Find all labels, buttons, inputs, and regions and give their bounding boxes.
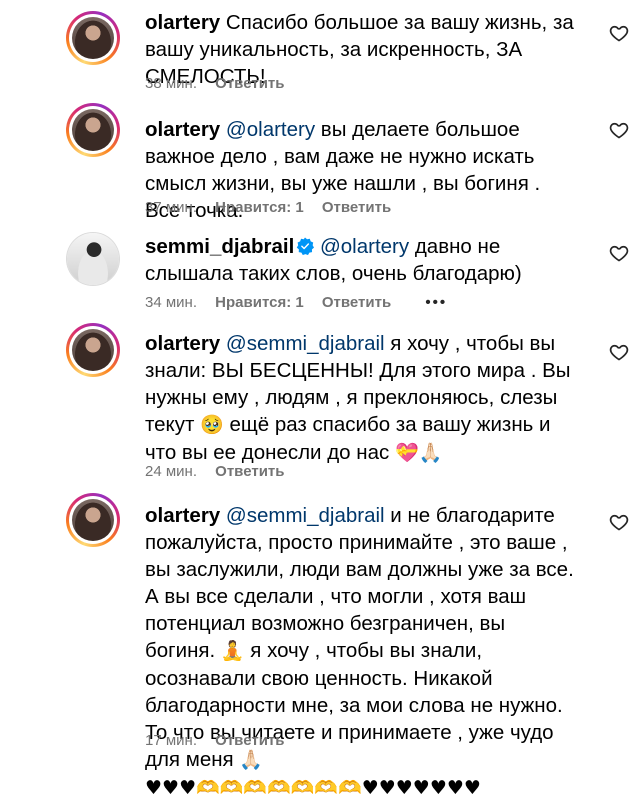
avatar[interactable]	[66, 323, 120, 377]
reply-button[interactable]: Ответить	[322, 199, 391, 216]
emoji: 🙏🏻	[239, 749, 264, 771]
emoji: 🧘	[220, 640, 245, 662]
timestamp: 37 мин.	[145, 199, 197, 216]
mention-link[interactable]: @semmi_djabrail	[226, 504, 385, 527]
comment-body: semmi_djabrail @olartery давно не слышал…	[145, 233, 575, 287]
verified-badge-icon	[297, 237, 315, 255]
timestamp: 17 мин.	[145, 732, 197, 749]
username[interactable]: olartery	[145, 11, 220, 34]
emoji: 💝🙏🏻	[394, 442, 443, 464]
avatar-image	[72, 109, 114, 151]
likes-count[interactable]: Нравится: 1	[215, 294, 304, 311]
avatar-image	[72, 499, 114, 541]
avatar[interactable]	[66, 11, 120, 65]
reply-button[interactable]: Ответить	[322, 294, 391, 311]
comment-body: olartery @semmi_djabrail и не благодарит…	[145, 502, 575, 802]
timestamp: 24 мин.	[145, 463, 197, 480]
avatar[interactable]	[66, 103, 120, 157]
timestamp: 34 мин.	[145, 294, 197, 311]
more-options-button[interactable]: •••	[425, 294, 447, 311]
comment-meta: 34 мин. Нравится: 1 Ответить •••	[145, 294, 461, 311]
emoji: 🥹	[200, 414, 224, 436]
comment-meta: 37 мин. Нравится: 1 Ответить	[145, 199, 405, 216]
comment-body: olartery @semmi_djabrail я хочу , чтобы …	[145, 330, 575, 467]
reply-button[interactable]: Ответить	[215, 75, 284, 92]
username[interactable]: olartery	[145, 332, 220, 355]
avatar[interactable]	[66, 493, 120, 547]
likes-count[interactable]: Нравится: 1	[215, 199, 304, 216]
heart-outline-icon[interactable]	[609, 23, 629, 43]
avatar-image	[67, 233, 119, 285]
comment-meta: 24 мин. Ответить	[145, 463, 299, 480]
heart-outline-icon[interactable]	[609, 243, 629, 263]
comment-meta: 17 мин. Ответить	[145, 732, 299, 749]
mention-link[interactable]: @olartery	[320, 235, 409, 258]
heart-outline-icon[interactable]	[609, 120, 629, 140]
comment-meta: 38 мин. Ответить	[145, 75, 299, 92]
mention-link[interactable]: @olartery	[226, 118, 315, 141]
avatar[interactable]	[66, 232, 120, 286]
emoji-line: ♥♥♥🫶🫶🫶🫶🫶🫶🫶♥♥♥♥♥♥♥	[145, 777, 481, 799]
avatar-image	[72, 329, 114, 371]
mention-link[interactable]: @semmi_djabrail	[226, 332, 385, 355]
reply-button[interactable]: Ответить	[215, 732, 284, 749]
username[interactable]: olartery	[145, 118, 220, 141]
username[interactable]: semmi_djabrail	[145, 235, 294, 258]
username[interactable]: olartery	[145, 504, 220, 527]
heart-outline-icon[interactable]	[609, 512, 629, 532]
timestamp: 38 мин.	[145, 75, 197, 92]
avatar-image	[72, 17, 114, 59]
heart-outline-icon[interactable]	[609, 342, 629, 362]
reply-button[interactable]: Ответить	[215, 463, 284, 480]
